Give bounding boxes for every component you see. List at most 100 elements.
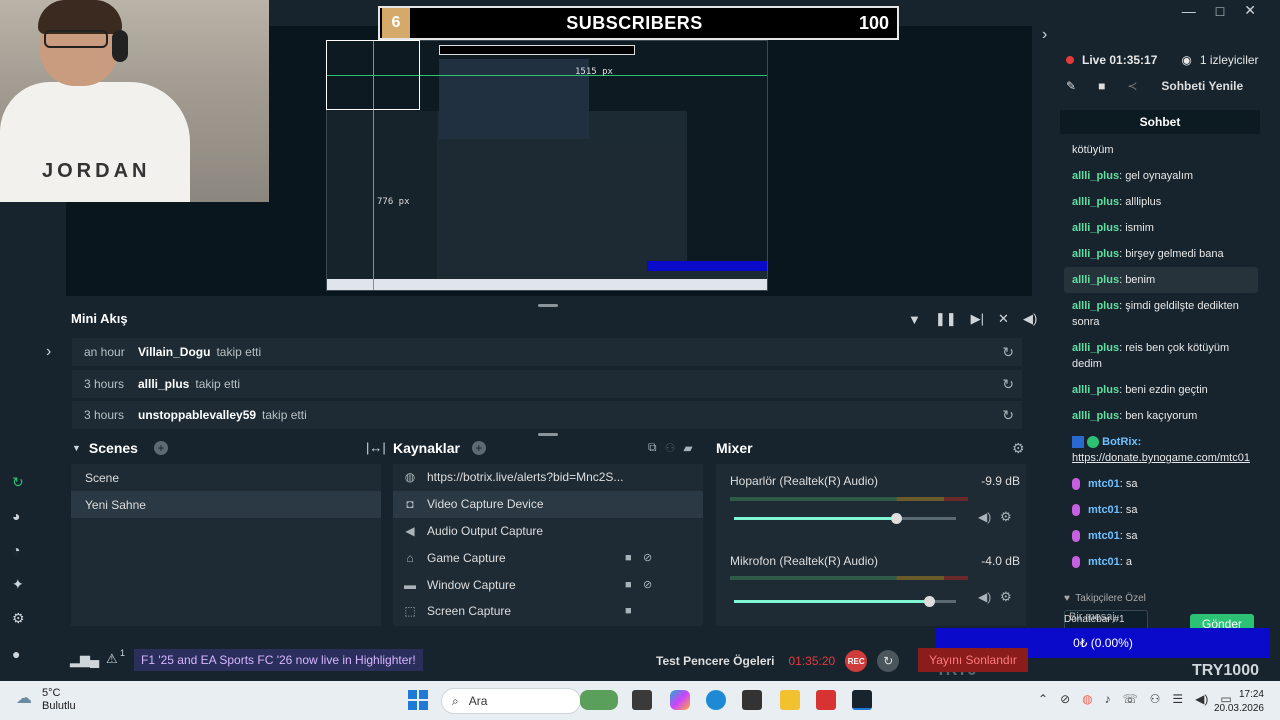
webcam-feed[interactable]: JORDAN — [0, 0, 269, 202]
start-windows-icon[interactable] — [408, 690, 428, 710]
sources-tools: ⧉ ⚇ ▰ — [648, 440, 693, 455]
source-item[interactable]: ⬚ Screen Capture ■ — [393, 598, 703, 625]
file-explorer-icon[interactable] — [780, 690, 800, 710]
hidden-eye-icon[interactable]: ⊘ — [643, 551, 652, 564]
channel-settings-gear-icon[interactable]: ⚙ — [1000, 509, 1012, 525]
streamlabs-icon[interactable] — [852, 690, 872, 710]
group-icon[interactable]: ⚇ — [665, 441, 676, 455]
widgets-icon[interactable] — [580, 690, 618, 710]
tray-app-icon[interactable]: ☏ — [1123, 692, 1138, 706]
chat-message: allli_plus: gel oynayalım — [1072, 170, 1194, 182]
replay-icon[interactable]: ↻ — [1002, 376, 1014, 393]
settings-gear-icon[interactable]: ⚙ — [12, 610, 25, 627]
replay-buffer-icon[interactable]: ↻ — [877, 650, 900, 672]
mute-icon[interactable]: ◀) — [978, 510, 991, 524]
scene-item-selected[interactable]: Yeni Sahne — [71, 491, 381, 518]
stats-icon[interactable]: ▂▆▄ — [70, 652, 99, 668]
mute-alerts-icon[interactable]: ✕ — [998, 311, 1009, 327]
donate-link[interactable]: https://donate.bynogame.com/mtc01 — [1072, 452, 1250, 464]
gamepad-icon: ⌂ — [406, 550, 414, 565]
replay-icon[interactable]: ↻ — [1002, 344, 1014, 361]
mixer-settings-gear-icon[interactable]: ⚙ — [1012, 440, 1025, 457]
shirt-print: JORDAN — [42, 160, 151, 182]
share-icon[interactable]: ≺ — [1127, 79, 1137, 93]
folder-icon[interactable]: ▰ — [683, 441, 692, 455]
refresh-chat-button[interactable]: Sohbeti Yenile — [1161, 79, 1243, 93]
wps-icon[interactable] — [816, 690, 836, 710]
scene-transition-icon[interactable]: |↔| — [366, 440, 386, 455]
collapse-panel-chevron-icon[interactable]: › — [1042, 26, 1047, 44]
ai-icon[interactable]: ✦ — [12, 576, 24, 593]
chat-message: allli_plus: şimdi geldilşte dedikten son… — [1072, 300, 1239, 328]
taskbar-search[interactable]: ⌕ Ara — [441, 688, 581, 714]
selection-box[interactable] — [326, 40, 420, 110]
add-source-icon[interactable]: + — [471, 441, 486, 455]
resize-handle[interactable] — [538, 304, 558, 307]
resize-handle[interactable] — [538, 433, 558, 436]
speaker-icon: ◀ — [405, 523, 415, 538]
network-icon[interactable]: ☰ — [1172, 692, 1183, 706]
tray-app-icon[interactable]: ◍ — [1082, 692, 1092, 706]
tray-app-icon[interactable]: ⚇ — [1150, 692, 1161, 706]
copilot-icon[interactable] — [670, 690, 690, 710]
volume-slider[interactable] — [734, 596, 956, 607]
alert-icon[interactable]: ⚠ — [106, 651, 118, 667]
selective-recording-icon[interactable]: ⧉ — [648, 440, 657, 455]
scene-item[interactable]: Scene — [71, 464, 381, 491]
collapse-chevron-icon[interactable]: ▼ — [72, 443, 81, 453]
maximize-button[interactable]: □ — [1216, 3, 1224, 19]
tray-chevron-icon[interactable]: ⌃ — [1038, 692, 1048, 706]
edit-icon[interactable]: ✎ — [1066, 79, 1076, 93]
mute-icon[interactable]: ◀) — [978, 590, 991, 604]
minimize-button[interactable]: — — [1182, 3, 1196, 19]
taskbar-clock[interactable]: 17:24 20.03.2026 — [1212, 688, 1264, 716]
source-item[interactable]: ◍ https://botrix.live/alerts?bid=Mnc2S... — [393, 464, 703, 491]
lock-icon[interactable]: ■ — [625, 605, 632, 617]
source-item[interactable]: ⌂ Game Capture ■ ⊘ — [393, 544, 703, 571]
edge-icon[interactable] — [706, 690, 726, 710]
highlighter-notice[interactable]: F1 '25 and EA Sports FC '26 now live in … — [134, 649, 423, 671]
lock-icon[interactable]: ■ — [625, 552, 632, 564]
chat-title: Sohbet — [1060, 110, 1260, 134]
guide-width: 1515 px — [575, 67, 613, 77]
subscribers-goal-overlay[interactable]: 6 SUBSCRIBERS 100 — [378, 6, 899, 40]
close-button[interactable]: ✕ — [1244, 2, 1256, 19]
mixer-channel: Hoparlör (Realtek(R) Audio) -9.9 dB — [730, 474, 1020, 488]
replay-icon[interactable]: ↻ — [1002, 407, 1014, 424]
theme-icon[interactable]: ◕ — [12, 508, 20, 524]
store-icon[interactable] — [742, 690, 762, 710]
volume-slider[interactable] — [734, 513, 956, 524]
person-shirt — [0, 82, 190, 202]
live-dot-icon — [1066, 56, 1074, 64]
apps-icon[interactable]: ◔ — [12, 542, 20, 558]
source-item[interactable]: ◀ Audio Output Capture — [393, 518, 703, 545]
weather-widget[interactable]: 5°C Bulutlu — [42, 687, 76, 713]
tray-app-icon[interactable]: ⊘ — [1060, 692, 1070, 706]
channel-settings-gear-icon[interactable]: ⚙ — [1000, 589, 1012, 605]
highlighter-icon[interactable]: ↻ — [12, 474, 24, 491]
pause-icon[interactable]: ❚❚ — [935, 311, 957, 327]
task-view-icon[interactable] — [632, 690, 652, 710]
volume-icon[interactable]: ◀) — [1195, 692, 1208, 706]
volume-icon[interactable]: ◀) — [1023, 311, 1037, 327]
source-item[interactable]: ▬ Window Capture ■ ⊘ — [393, 571, 703, 598]
lock-icon[interactable]: ■ — [625, 579, 632, 591]
mic-icon — [1072, 556, 1080, 569]
filter-icon[interactable]: ▼ — [908, 312, 921, 327]
microphone-icon[interactable]: ♪ — [1105, 692, 1111, 706]
skip-icon[interactable]: ▶| — [971, 311, 984, 327]
end-stream-button[interactable]: Yayını Sonlandır — [918, 648, 1028, 672]
test-widgets-button[interactable]: Test Pencere Ögeleri — [656, 654, 775, 668]
chat-log[interactable]: kötüyüm allli_plus: gel oynayalım allli_… — [1064, 134, 1258, 584]
camera-icon[interactable]: ■ — [1098, 79, 1105, 93]
hidden-eye-icon[interactable]: ⊘ — [643, 578, 652, 591]
chat-message: allli_plus: birşey gelmedi bana — [1072, 248, 1224, 260]
sub-goal: 100 — [858, 12, 889, 33]
source-item-selected[interactable]: ◘ Video Capture Device — [393, 490, 703, 518]
viewer-count: 1 izleyiciler — [1199, 53, 1259, 67]
add-scene-icon[interactable]: + — [153, 441, 168, 455]
rec-button[interactable]: REC — [845, 650, 868, 672]
profile-icon[interactable]: ● — [12, 646, 20, 662]
audio-meter — [730, 497, 968, 501]
expand-chevron-icon[interactable]: › — [46, 343, 51, 361]
